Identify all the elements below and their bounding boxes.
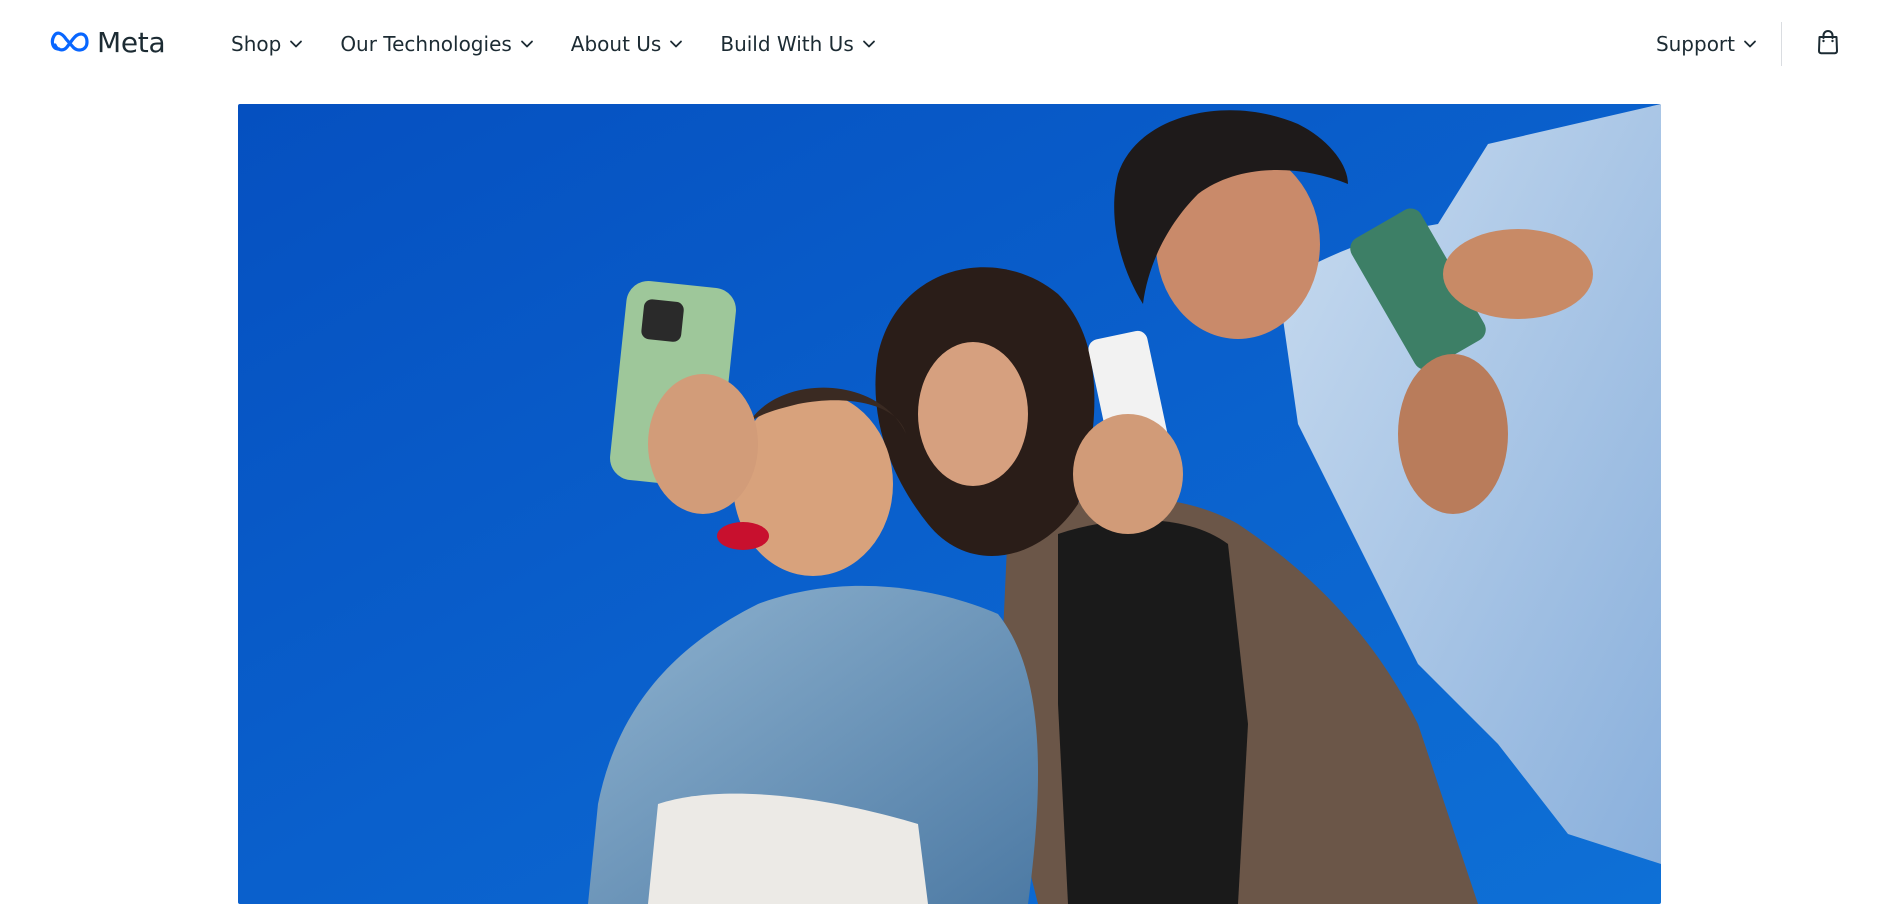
chevron-down-icon — [862, 37, 876, 51]
meta-infinity-icon — [49, 30, 91, 56]
shopping-bag-icon — [1816, 29, 1840, 59]
support-label: Support — [1655, 32, 1735, 56]
nav-item-shop[interactable]: Shop — [231, 28, 303, 60]
chevron-down-icon — [289, 37, 303, 51]
hero-photo-illustration — [238, 104, 1661, 904]
meta-logo-link[interactable]: Meta — [49, 26, 166, 60]
site-header: Meta Shop Our Technologies About Us Buil… — [0, 0, 1900, 88]
support-menu[interactable]: Support — [1656, 32, 1757, 56]
nav-item-label: Shop — [231, 32, 282, 56]
nav-item-label: Build With Us — [720, 32, 854, 56]
nav-item-label: About Us — [570, 32, 662, 56]
chevron-down-icon — [1743, 37, 1757, 51]
main-nav: Shop Our Technologies About Us Build Wit… — [231, 28, 913, 60]
cart-button[interactable] — [1814, 29, 1842, 59]
chevron-down-icon — [520, 37, 534, 51]
chevron-down-icon — [669, 37, 683, 51]
hero-image — [238, 104, 1661, 904]
utility-nav: Support — [1656, 22, 1842, 66]
nav-item-about-us[interactable]: About Us — [571, 28, 684, 60]
nav-item-build-with-us[interactable]: Build With Us — [720, 28, 875, 60]
header-divider — [1781, 22, 1782, 66]
nav-item-our-technologies[interactable]: Our Technologies — [340, 28, 533, 60]
nav-item-label: Our Technologies — [340, 32, 512, 56]
logo-text: Meta — [97, 26, 166, 59]
